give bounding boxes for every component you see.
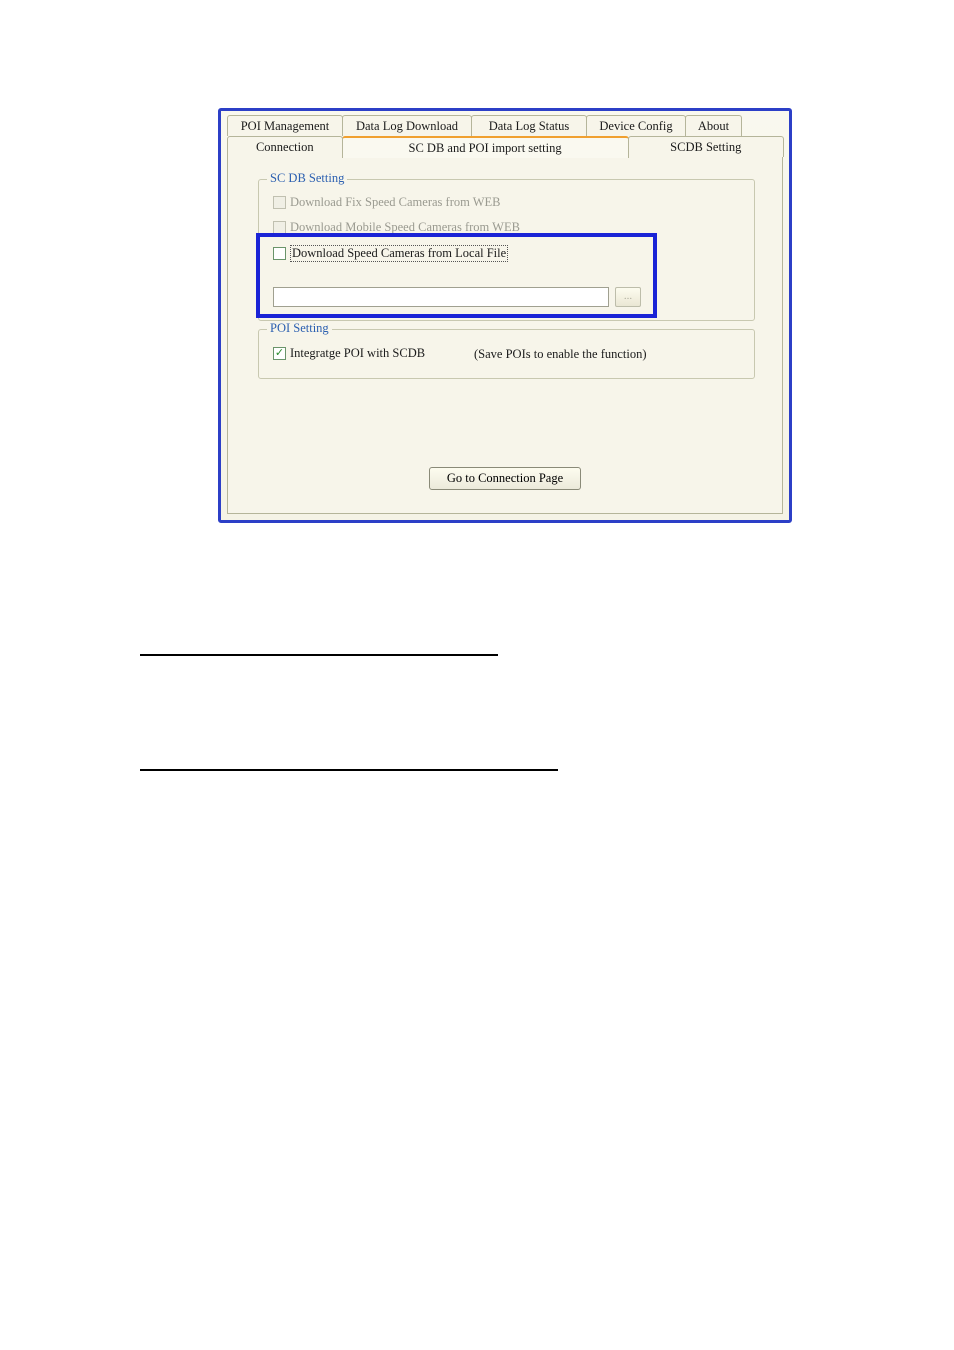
option-label: Download Mobile Speed Cameras from WEB (290, 220, 520, 235)
tab-data-log-status[interactable]: Data Log Status (471, 115, 587, 136)
checkbox-icon (273, 247, 286, 260)
integrate-hint: (Save POIs to enable the function) (474, 347, 647, 362)
underline-rule (140, 654, 498, 656)
tab-scdb-poi-import-setting[interactable]: SC DB and POI import setting (342, 136, 629, 158)
poi-setting-group: POI Setting ✓ Integratge POI with SCDB (… (258, 329, 755, 379)
tab-connection[interactable]: Connection (227, 136, 343, 157)
checkbox-icon (273, 196, 286, 209)
checkbox-icon: ✓ (273, 347, 286, 360)
tab-poi-management[interactable]: POI Management (227, 115, 343, 136)
option-label: Download Speed Cameras from Local File (290, 245, 508, 262)
tab-data-log-download[interactable]: Data Log Download (342, 115, 472, 136)
option-integrate-poi-scdb[interactable]: ✓ Integratge POI with SCDB (273, 346, 425, 361)
checkbox-icon (273, 221, 286, 234)
option-download-fix-web[interactable]: Download Fix Speed Cameras from WEB (273, 195, 501, 210)
underline-rule (140, 769, 558, 771)
go-to-connection-button[interactable]: Go to Connection Page (429, 467, 581, 490)
poi-setting-legend: POI Setting (267, 321, 332, 336)
local-file-path-input[interactable] (273, 287, 609, 307)
option-download-local-file[interactable]: Download Speed Cameras from Local File (273, 245, 508, 262)
option-download-mobile-web[interactable]: Download Mobile Speed Cameras from WEB (273, 220, 520, 235)
browse-button[interactable]: ... (615, 287, 641, 307)
tab-scdb-setting[interactable]: SCDB Setting (628, 136, 784, 157)
settings-window: POI Management Data Log Download Data Lo… (218, 108, 792, 523)
tab-strip: POI Management Data Log Download Data Lo… (221, 111, 789, 159)
tab-panel: SC DB Setting Download Fix Speed Cameras… (227, 157, 783, 514)
scdb-setting-group: SC DB Setting Download Fix Speed Cameras… (258, 179, 755, 321)
tab-device-config[interactable]: Device Config (586, 115, 686, 136)
option-label: Download Fix Speed Cameras from WEB (290, 195, 501, 210)
tab-about[interactable]: About (685, 115, 742, 136)
option-label: Integratge POI with SCDB (290, 346, 425, 361)
scdb-setting-legend: SC DB Setting (267, 171, 347, 186)
